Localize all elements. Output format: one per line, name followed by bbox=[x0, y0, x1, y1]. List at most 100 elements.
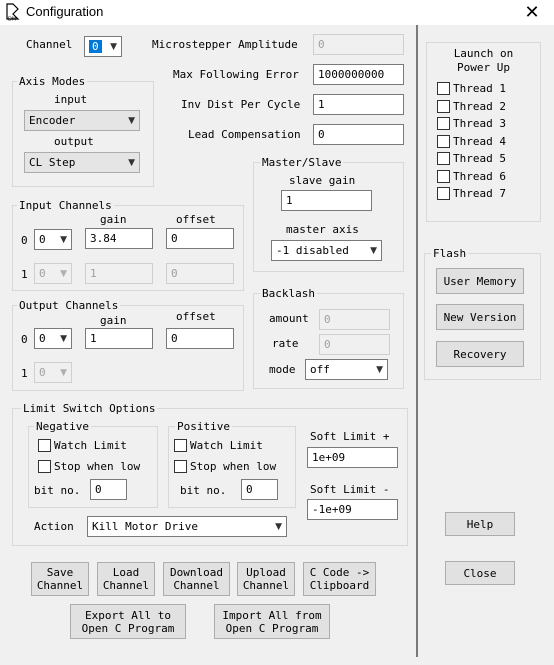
microstepper-amplitude-field[interactable]: 0 bbox=[313, 34, 404, 55]
input-channel-1-select[interactable]: 0 ▼ bbox=[34, 263, 72, 284]
flash-title: Flash bbox=[431, 247, 469, 260]
thread-6-checkbox[interactable] bbox=[437, 169, 450, 183]
chevron-down-icon: ▼ bbox=[60, 334, 67, 344]
thread-4-label: Thread 4 bbox=[453, 134, 506, 148]
output-mode-select[interactable]: CL Step ▼ bbox=[24, 152, 140, 173]
backlash-rate-field[interactable]: 0 bbox=[319, 334, 390, 355]
chevron-down-icon: ▼ bbox=[370, 246, 377, 256]
output-gain-0-field[interactable]: 1 bbox=[85, 328, 153, 349]
user-memory-button[interactable]: User Memory bbox=[436, 268, 524, 294]
input-channel-0-select[interactable]: 0 ▼ bbox=[34, 229, 72, 250]
positive-limit-title: Positive bbox=[175, 420, 232, 433]
thread-4-checkbox[interactable] bbox=[437, 134, 450, 148]
load-channel-button[interactable]: Load Channel bbox=[97, 562, 155, 596]
thread-3-checkbox[interactable] bbox=[437, 117, 450, 130]
input-row-index: 0 bbox=[21, 234, 28, 247]
soft-limit-plus-label: Soft Limit + bbox=[310, 430, 390, 443]
thread-1-label: Thread 1 bbox=[453, 82, 506, 95]
thread-5-checkbox[interactable] bbox=[437, 152, 450, 165]
master-axis-select[interactable]: -1 disabled ▼ bbox=[271, 240, 382, 261]
backlash-mode-label: mode bbox=[269, 363, 296, 376]
inv-dist-per-cycle-field[interactable]: 1 bbox=[313, 94, 404, 115]
limit-switch-title: Limit Switch Options bbox=[21, 402, 158, 415]
chevron-down-icon: ▼ bbox=[128, 116, 135, 126]
action-label: Action bbox=[34, 520, 74, 533]
input-offset-header: offset bbox=[176, 213, 216, 226]
master-axis-label: master axis bbox=[286, 223, 359, 236]
recovery-button[interactable]: Recovery bbox=[436, 341, 524, 367]
max-following-error-label: Max Following Error bbox=[173, 68, 299, 81]
soft-limit-minus-field[interactable]: -1e+09 bbox=[307, 499, 398, 520]
action-select[interactable]: Kill Motor Drive ▼ bbox=[87, 516, 287, 537]
help-button[interactable]: Help bbox=[445, 512, 515, 536]
download-channel-button[interactable]: Download Channel bbox=[163, 562, 230, 596]
close-button[interactable]: Close bbox=[445, 561, 515, 585]
upload-channel-button[interactable]: Upload Channel bbox=[237, 562, 295, 596]
negative-bit-no-field[interactable]: 0 bbox=[90, 479, 127, 500]
output-channels-title: Output Channels bbox=[17, 299, 121, 312]
output-channel-0-select[interactable]: 0 ▼ bbox=[34, 328, 72, 349]
thread-2-checkbox[interactable] bbox=[437, 99, 450, 113]
export-all-button[interactable]: Export All to Open C Program bbox=[70, 604, 186, 639]
chevron-down-icon: ▼ bbox=[60, 368, 67, 378]
master-slave-title: Master/Slave bbox=[260, 156, 344, 169]
positive-watch-limit-checkbox[interactable] bbox=[174, 439, 187, 452]
positive-stop-when-low-label: Stop when low bbox=[190, 460, 277, 473]
slave-gain-field[interactable]: 1 bbox=[281, 190, 372, 211]
negative-stop-when-low-checkbox[interactable] bbox=[38, 460, 51, 473]
output-row-index: 0 bbox=[21, 333, 28, 346]
channel-select[interactable]: 0 ▼ bbox=[84, 36, 122, 57]
vertical-separator bbox=[416, 25, 418, 657]
negative-watch-limit-checkbox[interactable] bbox=[38, 439, 51, 452]
backlash-title: Backlash bbox=[260, 287, 317, 300]
soft-limit-minus-label: Soft Limit - bbox=[310, 483, 390, 496]
thread-1-checkbox[interactable] bbox=[437, 82, 450, 95]
input-row-index: 1 bbox=[21, 268, 28, 281]
thread-5-label: Thread 5 bbox=[453, 152, 506, 165]
negative-stop-when-low-label: Stop when low bbox=[54, 460, 141, 473]
input-offset-1-field[interactable]: 0 bbox=[166, 263, 234, 284]
backlash-rate-label: rate bbox=[272, 337, 299, 350]
output-row-index: 1 bbox=[21, 367, 28, 380]
close-window-icon[interactable]: ✕ bbox=[515, 1, 549, 23]
svg-text:DM: DM bbox=[8, 17, 16, 22]
channel-label: Channel bbox=[26, 38, 73, 51]
negative-limit-title: Negative bbox=[34, 420, 91, 433]
lead-compensation-label: Lead Compensation bbox=[188, 128, 301, 141]
backlash-mode-select[interactable]: off ▼ bbox=[305, 359, 388, 380]
input-mode-label: input bbox=[54, 93, 88, 106]
lead-compensation-field[interactable]: 0 bbox=[313, 124, 404, 145]
output-gain-header: gain bbox=[100, 314, 127, 327]
import-all-button[interactable]: Import All from Open C Program bbox=[214, 604, 330, 639]
window-title: Configuration bbox=[26, 4, 104, 19]
thread-7-label: Thread 7 bbox=[453, 187, 506, 200]
chevron-down-icon: ▼ bbox=[376, 365, 383, 375]
soft-limit-plus-field[interactable]: 1e+09 bbox=[307, 447, 398, 468]
backlash-amount-field[interactable]: 0 bbox=[319, 309, 390, 330]
microstepper-amplitude-label: Microstepper Amplitude bbox=[152, 38, 298, 51]
axis-modes-title: Axis Modes bbox=[17, 75, 88, 88]
backlash-amount-label: amount bbox=[269, 312, 309, 325]
chevron-down-icon: ▼ bbox=[275, 522, 282, 532]
negative-bit-no-label: bit no. bbox=[34, 484, 81, 497]
inv-dist-per-cycle-label: Inv Dist Per Cycle bbox=[181, 98, 301, 111]
slave-gain-label: slave gain bbox=[289, 174, 356, 187]
new-version-button[interactable]: New Version bbox=[436, 304, 524, 330]
input-offset-0-field[interactable]: 0 bbox=[166, 228, 234, 249]
output-offset-0-field[interactable]: 0 bbox=[166, 328, 234, 349]
input-gain-1-field[interactable]: 1 bbox=[85, 263, 153, 284]
output-channel-1-select[interactable]: 0 ▼ bbox=[34, 362, 72, 383]
negative-watch-limit-label: Watch Limit bbox=[54, 439, 127, 452]
thread-7-checkbox[interactable] bbox=[437, 187, 450, 200]
chevron-down-icon: ▼ bbox=[128, 158, 135, 168]
positive-bit-no-field[interactable]: 0 bbox=[241, 479, 278, 500]
positive-stop-when-low-checkbox[interactable] bbox=[174, 460, 187, 473]
input-mode-select[interactable]: Encoder ▼ bbox=[24, 110, 140, 131]
app-logo-icon: DM bbox=[6, 3, 20, 22]
save-channel-button[interactable]: Save Channel bbox=[31, 562, 89, 596]
output-offset-header: offset bbox=[176, 310, 216, 323]
c-code-clipboard-button[interactable]: C Code -> Clipboard bbox=[303, 562, 376, 596]
max-following-error-field[interactable]: 1000000000 bbox=[313, 64, 404, 85]
output-mode-label: output bbox=[54, 135, 94, 148]
input-gain-0-field[interactable]: 3.84 bbox=[85, 228, 153, 249]
